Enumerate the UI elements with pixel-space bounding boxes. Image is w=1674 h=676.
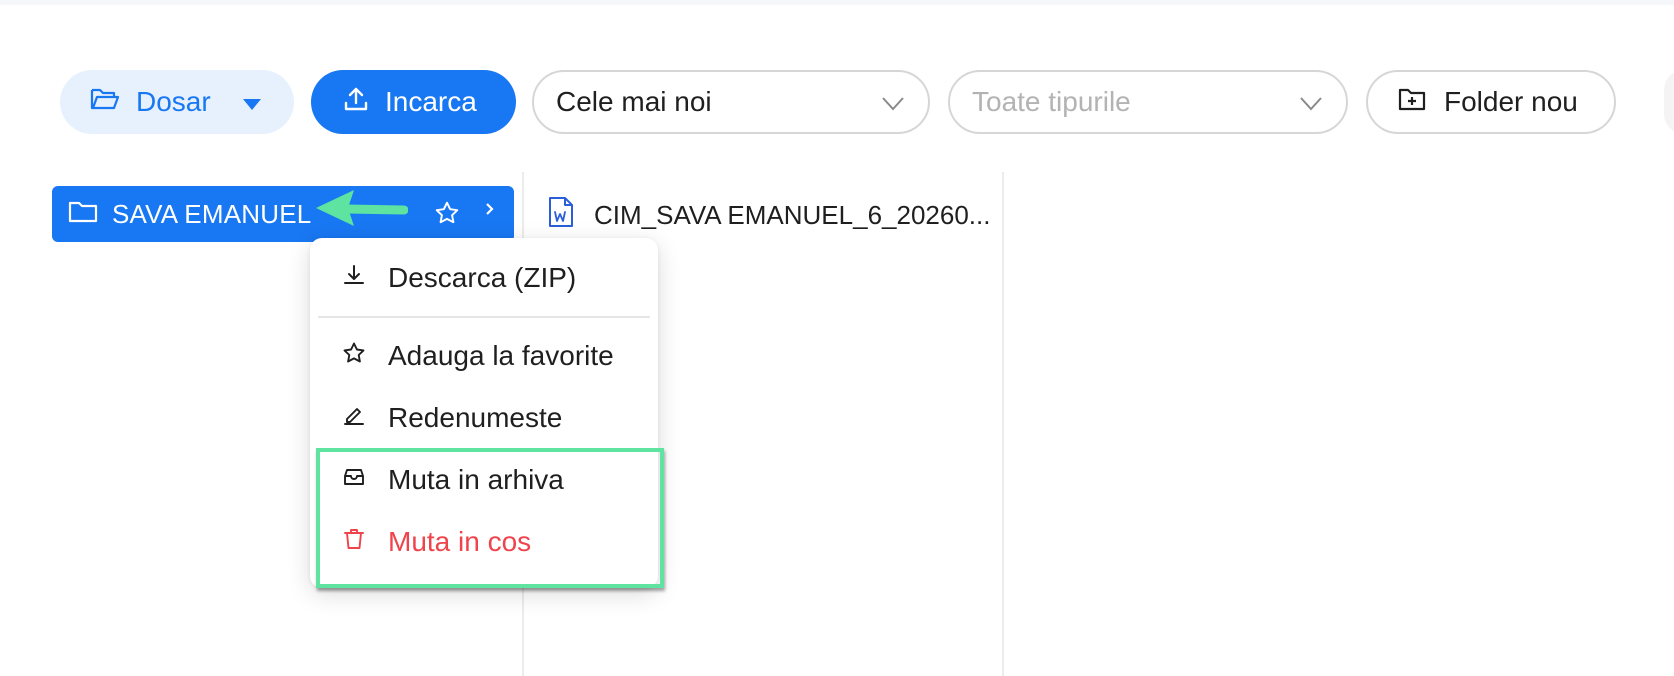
folder-open-icon bbox=[90, 86, 120, 119]
sort-value: Cele mai noi bbox=[556, 86, 712, 117]
folder-plus-icon bbox=[1398, 86, 1426, 118]
annotation-highlight-box bbox=[316, 448, 664, 588]
menu-item-label: Descarca (ZIP) bbox=[388, 262, 577, 293]
file-item[interactable]: CIM_SAVA EMANUEL_6_20260... bbox=[548, 196, 990, 235]
folder-icon bbox=[68, 200, 98, 229]
file-type-select[interactable]: Toate tipurile bbox=[948, 70, 1348, 134]
menu-item-label: Redenumeste bbox=[388, 402, 563, 433]
dosar-dropdown-button[interactable]: Dosar bbox=[60, 70, 294, 134]
folder-name: SAVA EMANUEL bbox=[112, 198, 312, 229]
annotation-arrow bbox=[316, 190, 408, 226]
menu-divider bbox=[318, 316, 650, 318]
star-icon[interactable] bbox=[434, 200, 460, 231]
top-strip bbox=[0, 0, 1674, 5]
caret-down-icon bbox=[242, 86, 261, 118]
upload-label: Incarca bbox=[385, 86, 477, 117]
menu-item-label: Adauga la favorite bbox=[388, 340, 614, 371]
upload-icon bbox=[343, 86, 369, 119]
upload-button[interactable]: Incarca bbox=[311, 70, 516, 134]
file-name: CIM_SAVA EMANUEL_6_20260... bbox=[594, 200, 991, 230]
menu-item-add-favorite[interactable]: Adauga la favorite bbox=[310, 328, 658, 384]
sort-select[interactable]: Cele mai noi bbox=[532, 70, 930, 134]
menu-item-rename[interactable]: Redenumeste bbox=[310, 390, 658, 446]
star-icon bbox=[342, 340, 366, 372]
word-document-icon bbox=[548, 196, 574, 235]
new-folder-button[interactable]: Folder nou bbox=[1366, 70, 1616, 134]
pane-divider bbox=[1002, 172, 1004, 676]
folder-item-sava-emanuel[interactable]: SAVA EMANUEL bbox=[52, 186, 514, 242]
dosar-label: Dosar bbox=[136, 86, 211, 117]
pencil-icon bbox=[342, 402, 366, 434]
menu-item-download-zip[interactable]: Descarca (ZIP) bbox=[310, 250, 658, 306]
chevron-down-icon bbox=[1300, 86, 1322, 118]
chevron-right-icon[interactable] bbox=[484, 198, 496, 226]
download-icon bbox=[342, 262, 366, 294]
new-folder-label: Folder nou bbox=[1444, 86, 1578, 117]
chevron-down-icon bbox=[882, 86, 904, 118]
toolbar-edge-button[interactable] bbox=[1664, 70, 1674, 134]
file-type-placeholder: Toate tipurile bbox=[972, 86, 1131, 117]
